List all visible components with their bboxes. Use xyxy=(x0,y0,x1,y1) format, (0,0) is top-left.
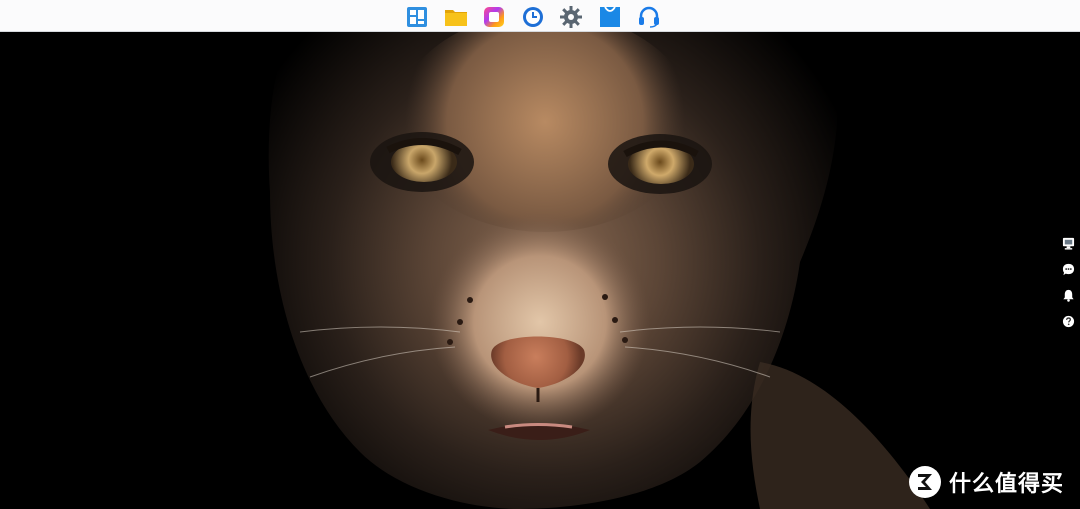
support-headset-icon xyxy=(638,6,659,28)
watermark-text: 什么值得买 xyxy=(949,471,1065,496)
dock-app-list xyxy=(405,4,661,30)
backup-button[interactable] xyxy=(521,5,545,29)
system-health-monitor-icon xyxy=(1062,237,1074,250)
photos-button[interactable] xyxy=(482,5,506,29)
help-button[interactable] xyxy=(1061,314,1076,329)
control-panel-button[interactable] xyxy=(559,5,583,29)
control-panel-gear-icon xyxy=(560,6,583,28)
file-station-icon xyxy=(444,10,467,26)
photos-icon xyxy=(484,7,505,27)
help-question-icon xyxy=(1062,315,1074,328)
clock-backup-icon xyxy=(522,7,543,27)
chat-message-icon xyxy=(1062,263,1074,276)
package-center-icon xyxy=(599,6,620,27)
main-menu-icon xyxy=(407,7,427,27)
site-watermark: 什么值得买 xyxy=(908,464,1064,500)
lynx-wallpaper-image xyxy=(0,32,1080,509)
notifications-button[interactable] xyxy=(1061,288,1076,303)
file-station-button[interactable] xyxy=(444,5,468,29)
smzdm-logo-icon xyxy=(908,465,942,499)
support-center-button[interactable] xyxy=(637,5,661,29)
notification-bell-icon xyxy=(1062,289,1074,302)
system-health-widget-button[interactable] xyxy=(1061,236,1076,251)
desktop: 什么值得买 xyxy=(0,0,1080,509)
chat-widget-button[interactable] xyxy=(1061,262,1076,277)
desktop-widget-strip xyxy=(1060,236,1076,329)
taskbar-dock xyxy=(0,0,1080,32)
desktop-wallpaper xyxy=(0,32,1080,509)
package-center-button[interactable] xyxy=(598,5,622,29)
main-menu-button[interactable] xyxy=(405,5,429,29)
